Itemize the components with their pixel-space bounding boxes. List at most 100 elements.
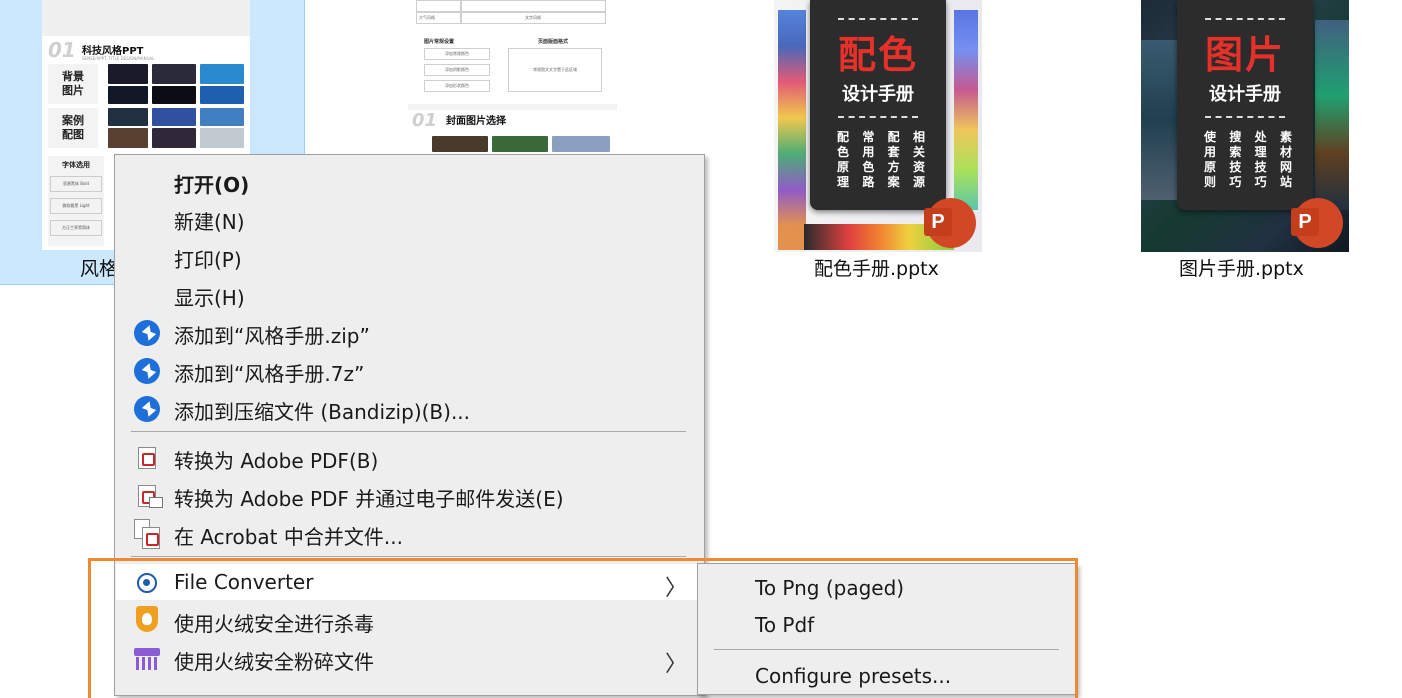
card-column: 配套方案: [887, 130, 900, 189]
thumbnail-small-box: 添加阴影颜色: [424, 64, 490, 76]
menu-item-label: 转换为 Adobe PDF(B): [174, 449, 379, 473]
card-column: 素材网站: [1279, 130, 1292, 189]
thumbnail-placeholder-box: 常规图文文字置于此区域: [508, 48, 602, 92]
thumbnail-small-box: 添加常规颜色: [424, 48, 490, 60]
color-swatch-strip: [954, 10, 978, 210]
shredder-strip: [154, 657, 157, 670]
thumbnail-label-background: 背景 图片: [48, 64, 98, 104]
pdf-icon: [138, 447, 156, 469]
card-divider: [1205, 116, 1285, 118]
menu-item-label: 添加到“风格手册.7z”: [174, 362, 365, 386]
photo-collage-strip: [1315, 20, 1349, 210]
powerpoint-letter: P: [924, 208, 952, 236]
file-thumbnail-tupian: 图片 设计手册 使用原则 搜索技巧 处理技巧 素材网站 P: [1141, 0, 1349, 252]
submenu-item-configure-presets[interactable]: Configure presets...: [699, 656, 1075, 692]
menu-item-convert-pdf-email[interactable]: 转换为 Adobe PDF 并通过电子邮件发送(E): [116, 477, 703, 513]
file-name-tupian: 图片手册.pptx: [1179, 258, 1304, 280]
menu-item-label: 使用火绒安全粉碎文件: [174, 650, 374, 674]
card-column: 使用原则: [1203, 130, 1216, 189]
card-column: 搜索技巧: [1229, 130, 1242, 189]
file-tile-tupian[interactable]: 图片 设计手册 使用原则 搜索技巧 处理技巧 素材网站 P 图片手册.pptx: [1141, 0, 1351, 284]
bandizip-icon: [134, 396, 160, 422]
thumbnail-image: [152, 128, 196, 148]
submenu-item-to-png[interactable]: To Png (paged): [699, 568, 1075, 604]
menu-item-huorong-antivirus[interactable]: 使用火绒安全进行杀毒: [116, 602, 703, 638]
thumbnail-image: [108, 108, 148, 126]
menu-item-label: 添加到压缩文件 (Bandizip)(B)...: [174, 400, 471, 424]
menu-item-acrobat-merge[interactable]: 在 Acrobat 中合并文件...: [116, 515, 703, 551]
menu-item-label: 使用火绒安全进行杀毒: [174, 612, 374, 636]
submenu-item-to-pdf[interactable]: To Pdf: [699, 605, 1075, 641]
card-divider: [838, 18, 918, 20]
thumbnail-title: 封面图片选择: [446, 116, 506, 127]
menu-item-file-converter[interactable]: File Converter 〉: [116, 564, 703, 601]
menu-item-label: 显示(H): [174, 286, 245, 310]
thumbnail-image: [152, 86, 196, 104]
card-divider: [1205, 18, 1285, 20]
thumbnail-image: [152, 108, 196, 126]
card-title: 图片: [1204, 33, 1285, 77]
menu-item-label: 添加到“风格手册.zip”: [174, 324, 370, 348]
card-column: 常用色路: [862, 130, 875, 189]
thumbnail-number: 01: [48, 38, 76, 62]
menu-item-add-compress[interactable]: 添加到压缩文件 (Bandizip)(B)...: [116, 390, 703, 426]
file-thumbnail-grid[interactable]: 大气风格 文字风格 图片常规设置 页面版面格式 添加常规颜色 添加阴影颜色 添加…: [408, 0, 617, 152]
thumbnail-image: [108, 86, 148, 104]
card-subtitle: 设计手册: [1209, 84, 1281, 105]
card-divider: [838, 116, 918, 118]
card-subtitle: 设计手册: [842, 84, 914, 105]
file-name-fengge: 风格: [80, 258, 119, 280]
huorong-shield-icon: [136, 606, 158, 632]
menu-item-label: 打印(P): [174, 248, 242, 272]
menu-item-new[interactable]: 新建(N): [116, 200, 703, 236]
thumbnail-section-right: 页面版面格式: [538, 39, 569, 45]
menu-item-print[interactable]: 打印(P): [116, 238, 703, 274]
color-swatch-strip: [778, 10, 806, 250]
bandizip-icon: [134, 358, 160, 384]
thumbnail-font-box: 微软雅黑 Light: [50, 198, 102, 214]
thumbnail-image: [152, 64, 196, 84]
card-columns: 配色原理 常用色路 配套方案 相关资源: [836, 130, 926, 190]
menu-item-label: 新建(N): [174, 210, 245, 234]
shredder-strip: [136, 657, 139, 670]
card-columns: 使用原则 搜索技巧 处理技巧 素材网站: [1203, 130, 1293, 190]
envelope-icon: [149, 497, 163, 508]
thumbnail-image: [200, 108, 244, 126]
photo-collage-strip: [1141, 40, 1177, 200]
thumbnail-row: 文字风格: [460, 12, 606, 24]
menu-item-label: 转换为 Adobe PDF 并通过电子邮件发送(E): [174, 487, 564, 511]
card-column: 配色原理: [836, 130, 849, 189]
file-tile-peise[interactable]: 配色 设计手册 配色原理 常用色路 配套方案 相关资源 P 配色手册.pptx: [774, 0, 984, 284]
context-menu: 打开(O) 新建(N) 打印(P) 显示(H) 添加到“风格手册.zip” 添加…: [114, 154, 705, 696]
thumbnail-image: [108, 64, 148, 84]
powerpoint-icon: P: [1291, 198, 1343, 248]
submenu-separator: [714, 649, 1059, 650]
menu-separator: [131, 556, 686, 557]
thumbnail-card: 配色 设计手册 配色原理 常用色路 配套方案 相关资源: [810, 0, 946, 210]
card-column: 相关资源: [912, 130, 925, 189]
menu-item-open[interactable]: 打开(O): [116, 163, 703, 199]
thumbnail-image: [200, 128, 244, 148]
card-title: 配色: [837, 33, 918, 77]
thumbnail-label-case: 案例 配图: [48, 108, 98, 148]
thumbnail-subtitle: SENSE/APPT. TITLE DESIGN/MANUAL: [82, 56, 155, 61]
thumbnail-small-box: 添加形状颜色: [424, 80, 490, 92]
chevron-right-icon: 〉: [664, 576, 687, 601]
thumbnail-title: 科技风格PPT: [82, 46, 144, 57]
menu-separator: [131, 431, 686, 432]
file-name-peise: 配色手册.pptx: [814, 258, 939, 280]
shredder-body: [134, 648, 160, 656]
menu-item-show[interactable]: 显示(H): [116, 276, 703, 312]
menu-item-add-7z[interactable]: 添加到“风格手册.7z”: [116, 352, 703, 388]
submenu-item-label: Configure presets...: [755, 664, 952, 688]
thumbnail-font-box: 思源黑体 Bold: [50, 176, 102, 192]
submenu-item-label: To Png (paged): [755, 576, 905, 600]
thumbnail-image: [552, 136, 610, 152]
thumbnail-image: [200, 86, 244, 104]
menu-item-convert-pdf[interactable]: 转换为 Adobe PDF(B): [116, 439, 703, 475]
file-converter-icon: [137, 573, 157, 593]
thumbnail-row: 大气风格: [416, 12, 462, 24]
thumbnail-row: [416, 0, 462, 12]
menu-item-huorong-shred[interactable]: 使用火绒安全粉碎文件 〉: [116, 640, 703, 677]
menu-item-add-zip[interactable]: 添加到“风格手册.zip”: [116, 314, 703, 350]
